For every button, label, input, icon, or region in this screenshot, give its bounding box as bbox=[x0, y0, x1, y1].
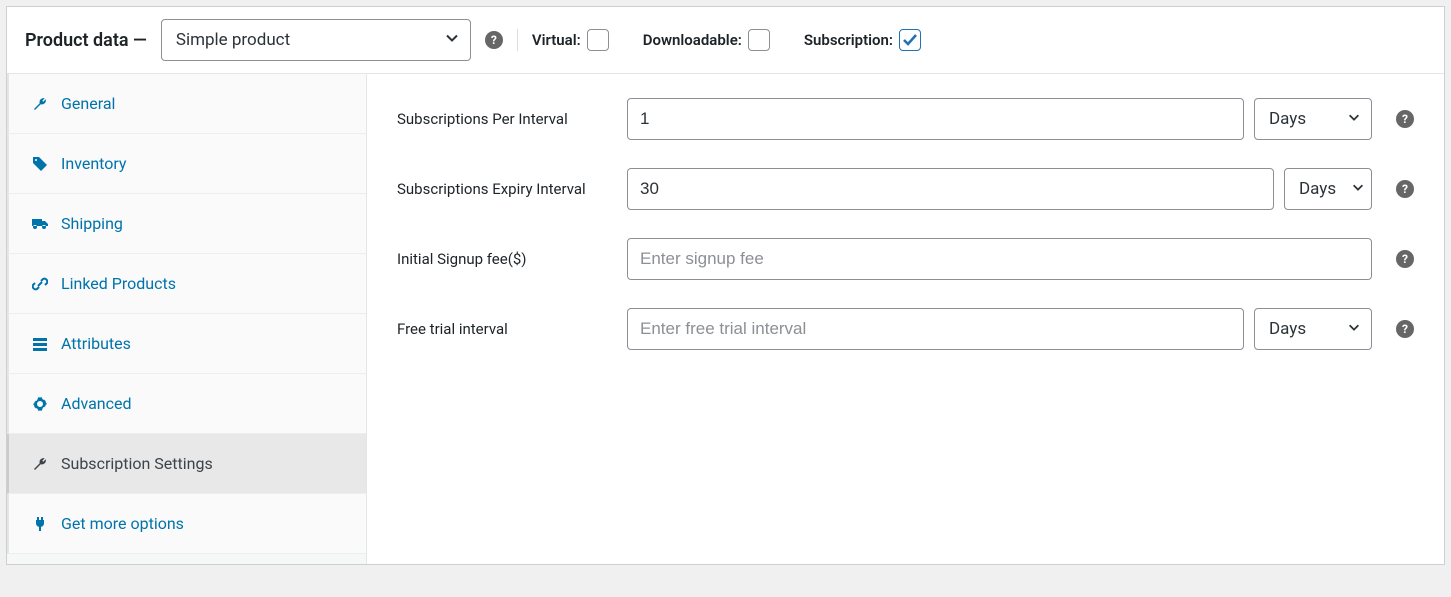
sidebar-item-linked-products[interactable]: Linked Products bbox=[7, 254, 366, 314]
sidebar-item-subscription-settings[interactable]: Subscription Settings bbox=[7, 434, 366, 494]
help-icon[interactable]: ? bbox=[1396, 110, 1414, 128]
sidebar: General Inventory Shipping Linked Produc… bbox=[7, 74, 367, 564]
input-expiry-interval[interactable] bbox=[627, 168, 1274, 210]
product-type-select[interactable]: Simple product bbox=[161, 19, 471, 61]
label-expiry-interval: Subscriptions Expiry Interval bbox=[397, 180, 617, 198]
subscription-checkbox[interactable] bbox=[899, 29, 921, 51]
sidebar-item-label: Advanced bbox=[61, 394, 132, 413]
row-subscriptions-expiry-interval: Subscriptions Expiry Interval Days ? bbox=[397, 168, 1414, 210]
chevron-down-icon bbox=[1351, 179, 1365, 199]
link-icon bbox=[31, 275, 49, 293]
divider bbox=[517, 29, 518, 51]
sidebar-item-shipping[interactable]: Shipping bbox=[7, 194, 366, 254]
label-per-interval: Subscriptions Per Interval bbox=[397, 110, 617, 128]
chevron-down-icon bbox=[1347, 319, 1361, 339]
help-icon[interactable]: ? bbox=[1396, 180, 1414, 198]
select-expiry-interval-unit[interactable]: Days bbox=[1284, 168, 1372, 210]
downloadable-label: Downloadable: bbox=[643, 31, 742, 49]
help-icon[interactable]: ? bbox=[485, 31, 503, 49]
wrench-icon bbox=[31, 455, 49, 473]
sidebar-item-get-more-options[interactable]: Get more options bbox=[7, 494, 366, 554]
tag-icon bbox=[31, 155, 49, 173]
select-value: Days bbox=[1299, 179, 1336, 199]
virtual-option: Virtual: bbox=[532, 29, 609, 51]
select-free-trial-unit[interactable]: Days bbox=[1254, 308, 1372, 350]
panel-body: General Inventory Shipping Linked Produc… bbox=[7, 74, 1444, 564]
help-icon[interactable]: ? bbox=[1396, 320, 1414, 338]
select-value: Days bbox=[1269, 319, 1306, 339]
select-per-interval-unit[interactable]: Days bbox=[1254, 98, 1372, 140]
product-type-value: Simple product bbox=[176, 30, 290, 50]
sidebar-item-label: Get more options bbox=[61, 514, 184, 533]
truck-icon bbox=[31, 215, 49, 233]
virtual-checkbox[interactable] bbox=[587, 29, 609, 51]
product-data-panel: Product data — Simple product ? Virtual:… bbox=[6, 6, 1445, 565]
input-free-trial[interactable] bbox=[627, 308, 1244, 350]
virtual-label: Virtual: bbox=[532, 31, 581, 49]
panel-header: Product data — Simple product ? Virtual:… bbox=[7, 7, 1444, 74]
subscription-option: Subscription: bbox=[804, 29, 921, 51]
input-signup-fee[interactable] bbox=[627, 238, 1372, 280]
row-free-trial-interval: Free trial interval Days ? bbox=[397, 308, 1414, 350]
label-signup-fee: Initial Signup fee($) bbox=[397, 250, 617, 268]
subscription-label: Subscription: bbox=[804, 31, 893, 49]
downloadable-option: Downloadable: bbox=[643, 29, 770, 51]
row-subscriptions-per-interval: Subscriptions Per Interval Days ? bbox=[397, 98, 1414, 140]
downloadable-checkbox[interactable] bbox=[748, 29, 770, 51]
label-free-trial: Free trial interval bbox=[397, 320, 617, 338]
chevron-down-icon bbox=[444, 30, 460, 51]
input-per-interval[interactable] bbox=[627, 98, 1244, 140]
chevron-down-icon bbox=[1347, 109, 1361, 129]
row-initial-signup-fee: Initial Signup fee($) ? bbox=[397, 238, 1414, 280]
sidebar-item-label: Attributes bbox=[61, 334, 131, 353]
sidebar-item-advanced[interactable]: Advanced bbox=[7, 374, 366, 434]
sidebar-item-label: Inventory bbox=[61, 154, 127, 173]
settings-content: Subscriptions Per Interval Days ? Subscr… bbox=[367, 74, 1444, 564]
sidebar-item-inventory[interactable]: Inventory bbox=[7, 134, 366, 194]
sidebar-item-label: Subscription Settings bbox=[61, 454, 213, 473]
select-value: Days bbox=[1269, 109, 1306, 129]
sidebar-item-general[interactable]: General bbox=[7, 74, 366, 134]
gear-icon bbox=[31, 395, 49, 413]
plug-icon bbox=[31, 515, 49, 533]
sidebar-item-label: General bbox=[61, 94, 115, 113]
sidebar-item-label: Linked Products bbox=[61, 274, 176, 293]
panel-title: Product data — bbox=[25, 30, 147, 51]
help-icon[interactable]: ? bbox=[1396, 250, 1414, 268]
wrench-icon bbox=[31, 95, 49, 113]
sidebar-item-label: Shipping bbox=[61, 214, 123, 233]
sidebar-item-attributes[interactable]: Attributes bbox=[7, 314, 366, 374]
list-icon bbox=[31, 335, 49, 353]
